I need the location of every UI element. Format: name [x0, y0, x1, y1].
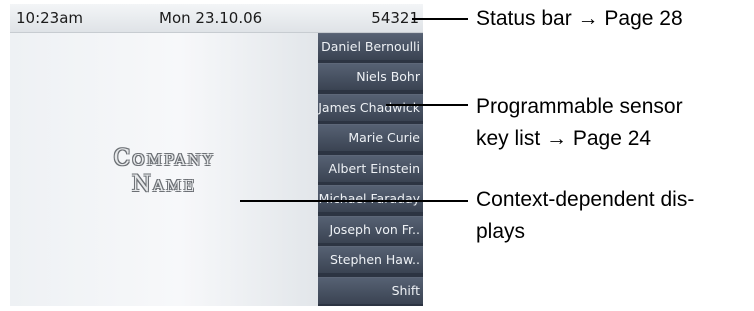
status-bar: 10:23am Mon 23.10.06 54321: [10, 4, 423, 33]
phone-display: 10:23am Mon 23.10.06 54321 Company Name …: [10, 4, 423, 306]
sensor-key-6[interactable]: Michael Faraday: [318, 185, 423, 212]
company-logo-line1: Company: [113, 146, 215, 171]
sensor-key-5[interactable]: Albert Einstein: [318, 155, 423, 182]
callout-status-text: Status bar → Page 28: [476, 7, 683, 30]
callout-keys-line1: Programmable sensor: [476, 95, 683, 118]
callout-keys-line2: key list → Page 24: [476, 127, 652, 150]
sensor-key-7[interactable]: Joseph von Fr..: [318, 216, 423, 243]
callout-line-status: [412, 18, 468, 20]
callout-line-keys: [386, 104, 468, 106]
sensor-key-2[interactable]: Niels Bohr: [318, 63, 423, 90]
sensor-key-1[interactable]: Daniel Bernoulli: [318, 33, 423, 60]
company-logo-line2: Name: [131, 172, 197, 197]
sensor-key-4[interactable]: Marie Curie: [318, 124, 423, 151]
status-time: 10:23am: [16, 9, 84, 27]
callout-context-line2: plays: [476, 220, 526, 243]
callout-context-line1: Context-dependent dis-: [476, 188, 695, 211]
context-display-area: Company Name: [10, 33, 318, 306]
status-date: Mon 23.10.06: [159, 9, 263, 27]
sensor-key-8[interactable]: Stephen Haw..: [318, 246, 423, 273]
sensor-key-shift[interactable]: Shift: [318, 277, 423, 304]
sensor-key-3[interactable]: James Chadwick: [318, 94, 423, 121]
sensor-key-list: Daniel Bernoulli Niels Bohr James Chadwi…: [318, 33, 423, 306]
callout-line-context: [240, 200, 468, 202]
